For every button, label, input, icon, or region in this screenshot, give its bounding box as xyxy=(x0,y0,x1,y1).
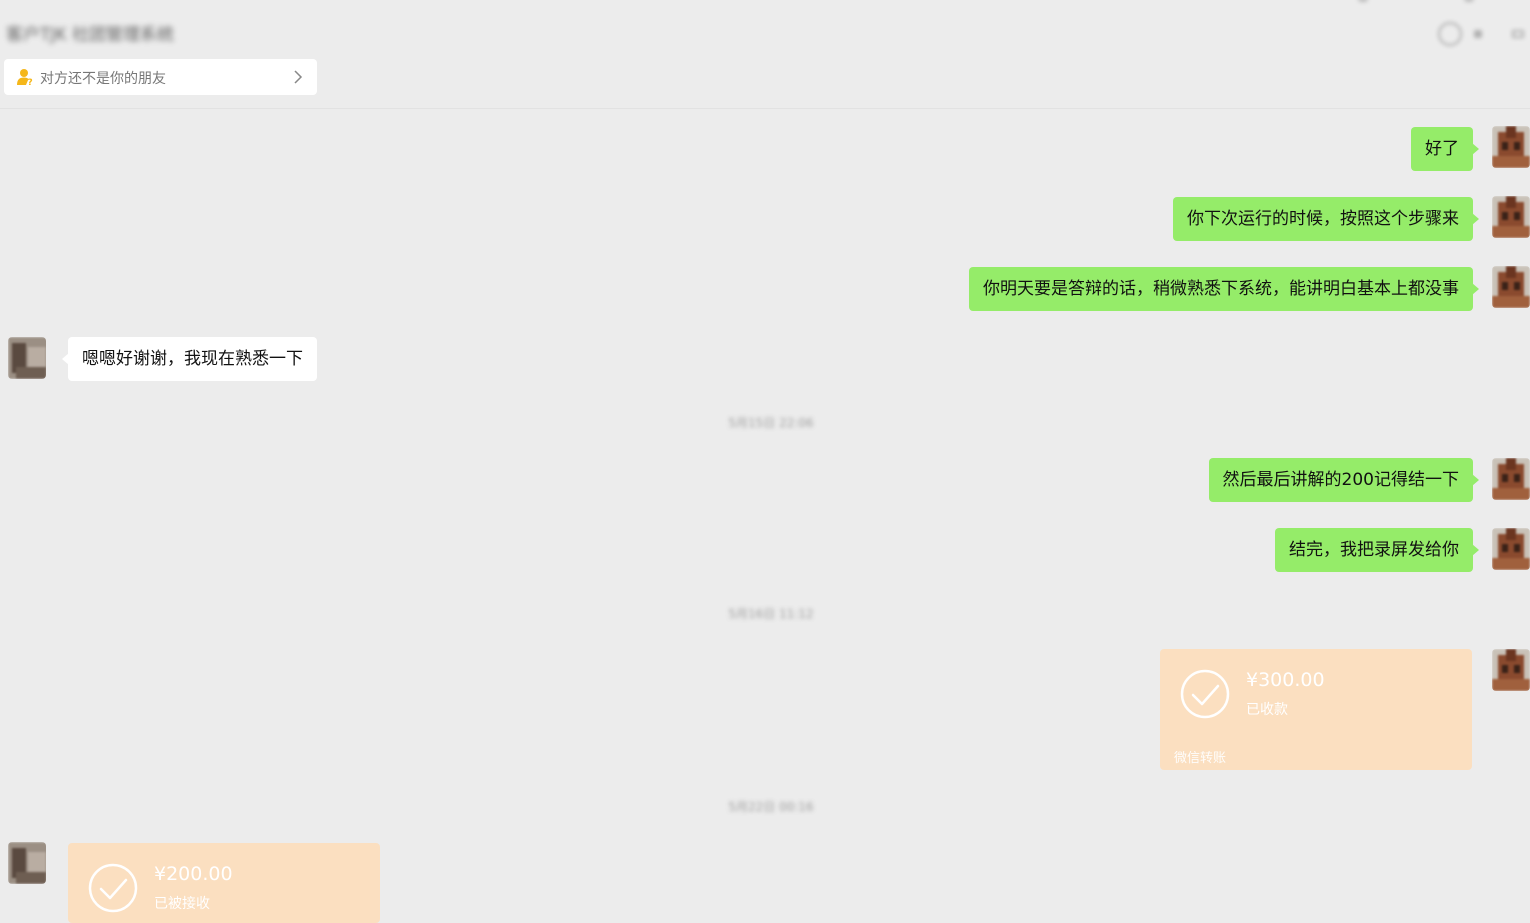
header-toolbar xyxy=(1358,0,1530,52)
avatar-image xyxy=(1492,649,1530,691)
header-divider xyxy=(0,108,1530,109)
contact-avatar[interactable] xyxy=(8,842,46,884)
avatar-image xyxy=(8,842,46,884)
pin-icon[interactable] xyxy=(1474,30,1482,38)
not-friend-banner[interactable]: ? 对方还不是你的朋友 xyxy=(4,59,317,95)
avatar-image xyxy=(8,337,46,379)
sent-message[interactable]: 好了 xyxy=(1411,127,1479,171)
sent-message[interactable]: 结完，我把录屏发给你 xyxy=(1275,528,1479,572)
my-avatar[interactable] xyxy=(1492,528,1530,570)
timestamp: 5月22日 00:16 xyxy=(728,800,814,814)
chevron-right-icon xyxy=(294,70,303,84)
my-avatar[interactable] xyxy=(1492,266,1530,308)
chat-info-icon[interactable] xyxy=(1438,22,1462,46)
avatar-image xyxy=(1492,196,1530,238)
my-avatar[interactable] xyxy=(1492,126,1530,168)
check-circle-icon xyxy=(88,863,138,913)
minimize-icon[interactable] xyxy=(1358,0,1368,2)
sent-message[interactable]: 你下次运行的时候，按照这个步骤来 xyxy=(1173,197,1479,241)
svg-text:?: ? xyxy=(28,78,33,86)
transfer-amount: ¥200.00 xyxy=(154,863,233,885)
more-icon[interactable] xyxy=(1512,30,1524,38)
transfer-card[interactable]: ¥200.00 已被接收 xyxy=(68,843,380,923)
avatar-image xyxy=(1492,458,1530,500)
my-avatar[interactable] xyxy=(1492,458,1530,500)
person-question-icon: ? xyxy=(17,69,33,86)
close-window-icon[interactable] xyxy=(1464,0,1474,2)
transfer-status: 已收款 xyxy=(1246,702,1288,718)
contact-avatar[interactable] xyxy=(8,337,46,379)
not-friend-text: 对方还不是你的朋友 xyxy=(40,71,166,87)
chat-title: 客户TJK 社团管理系统 xyxy=(6,25,174,45)
sent-message[interactable]: 你明天要是答辩的话，稍微熟悉下系统，能讲明白基本上都没事 xyxy=(969,267,1479,311)
my-avatar[interactable] xyxy=(1492,649,1530,691)
transfer-status: 已被接收 xyxy=(154,896,210,912)
avatar-image xyxy=(1492,528,1530,570)
received-message[interactable]: 嗯嗯好谢谢，我现在熟悉一下 xyxy=(62,337,317,381)
transfer-label: 微信转账 xyxy=(1174,751,1227,766)
timestamp: 5月15日 22:06 xyxy=(728,416,814,430)
avatar-image xyxy=(1492,266,1530,308)
transfer-amount: ¥300.00 xyxy=(1246,669,1325,691)
transfer-card[interactable]: ¥300.00 已收款 微信转账 xyxy=(1160,649,1472,770)
my-avatar[interactable] xyxy=(1492,196,1530,238)
check-circle-icon xyxy=(1180,669,1230,719)
sent-message[interactable]: 然后最后讲解的200记得结一下 xyxy=(1208,458,1480,502)
timestamp: 5月16日 11:12 xyxy=(728,607,814,621)
avatar-image xyxy=(1492,126,1530,168)
